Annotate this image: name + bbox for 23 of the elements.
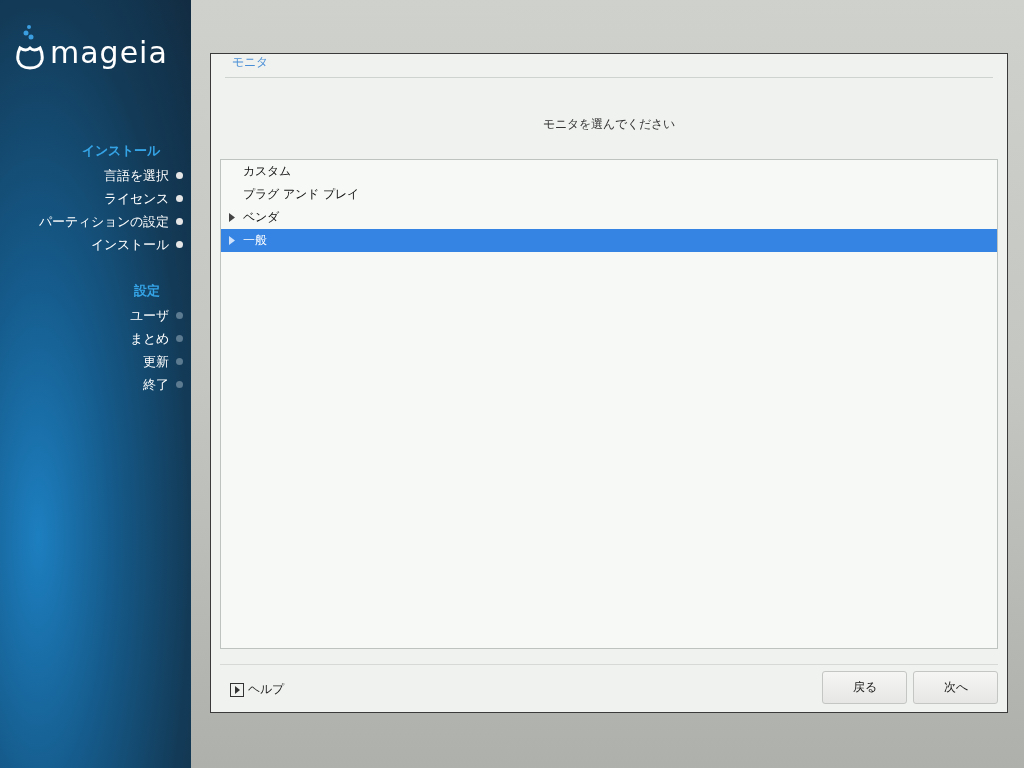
step-label: ライセンス [104, 189, 169, 208]
step-label: 終了 [143, 375, 169, 394]
section-heading: 設定 [134, 282, 160, 300]
help-button[interactable]: ヘルプ [220, 677, 284, 698]
tree-item[interactable]: ベンダ [221, 206, 997, 229]
section-heading: インストール [82, 142, 160, 160]
tree-item[interactable]: カスタム [221, 160, 997, 183]
play-icon [230, 682, 244, 697]
step-label: インストール [91, 235, 169, 254]
tree-item[interactable]: プラグ アンド プレイ [221, 183, 997, 206]
step-label: 更新 [143, 352, 169, 371]
expander-icon[interactable] [229, 213, 235, 222]
prompt-text: モニタを選んでください [542, 116, 676, 133]
dialog-title: モニタ [225, 54, 993, 78]
cauldron-logo-icon [16, 24, 44, 70]
step-label: パーティションの設定 [39, 212, 169, 231]
logo-wordmark: mageia [50, 38, 168, 70]
nav-button[interactable]: 戻る [822, 671, 907, 704]
step-label: 言語を選択 [104, 166, 169, 185]
step-label: まとめ [130, 329, 169, 348]
step-label: ユーザ [130, 306, 169, 325]
tree-item[interactable]: 一般 [221, 229, 997, 252]
nav-button[interactable]: 次へ [913, 671, 998, 704]
